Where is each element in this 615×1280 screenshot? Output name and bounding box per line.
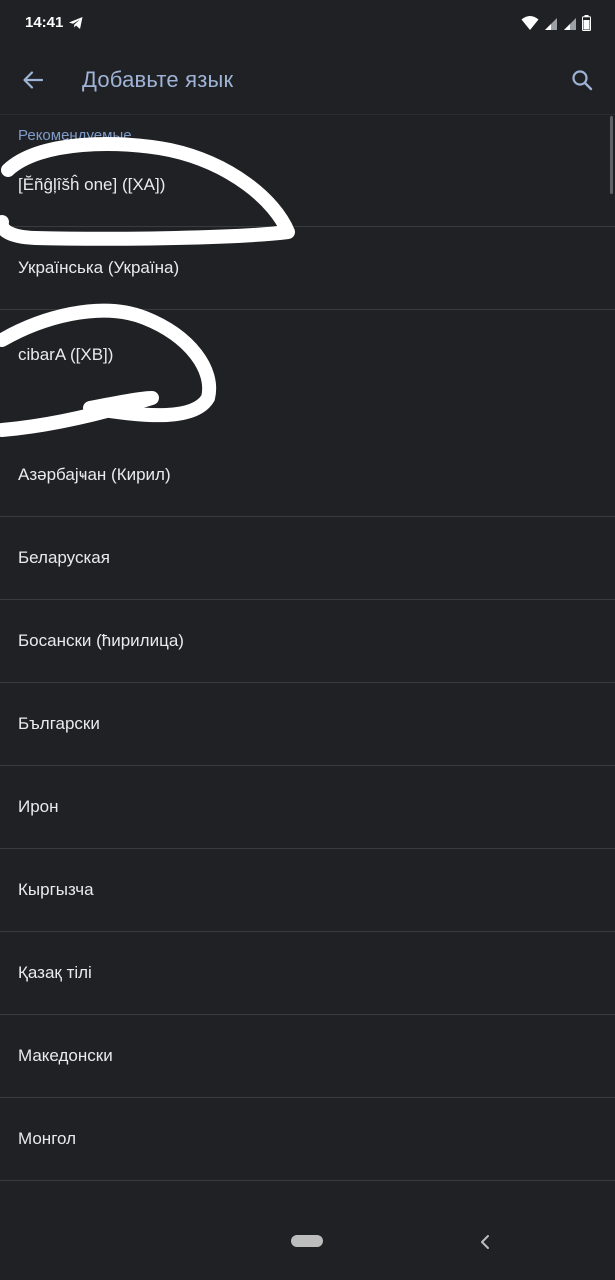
wifi-icon [521, 16, 539, 30]
status-bar: 14:41 [0, 0, 615, 48]
search-button[interactable] [561, 59, 603, 101]
language-item[interactable]: Кыргызча [0, 849, 615, 932]
telegram-icon [69, 17, 83, 29]
language-item[interactable]: Азәрбајҹан (Кирил) [0, 434, 615, 517]
language-item[interactable]: Монгол [0, 1098, 615, 1181]
scrollbar[interactable] [610, 116, 613, 194]
language-item[interactable]: Беларуская [0, 517, 615, 600]
language-item[interactable]: Українська (Україна) [0, 227, 615, 310]
nav-back-icon[interactable] [476, 1230, 496, 1254]
search-icon [572, 70, 593, 91]
app-bar: Добавьте язык [0, 48, 615, 115]
language-item[interactable]: Български [0, 683, 615, 766]
navigation-bar [0, 1220, 615, 1280]
language-list: Рекомендуемые [Ĕñĝļîšĥ one] ([XA]) Украї… [0, 114, 615, 1181]
section-header-all [0, 400, 615, 434]
language-item[interactable]: Босански (ћирилица) [0, 600, 615, 683]
language-item[interactable]: [Ĕñĝļîšĥ one] ([XA]) [0, 144, 615, 227]
signal-icon-2 [564, 17, 576, 30]
back-button[interactable] [12, 59, 54, 101]
arrow-back-icon [23, 71, 44, 89]
language-item[interactable]: Македонски [0, 1015, 615, 1098]
section-header-suggested: Рекомендуемые [18, 127, 132, 144]
page-title: Добавьте язык [82, 67, 234, 92]
language-item[interactable]: Ирон [0, 766, 615, 849]
language-item[interactable]: cibarA ([XB]) [0, 310, 615, 400]
screen: 14:41 Добавьте язык Рекомендуемые [Ĕñĝļî… [0, 0, 615, 1280]
battery-icon [582, 15, 591, 31]
status-time: 14:41 [25, 14, 64, 31]
signal-icon [545, 17, 557, 30]
home-pill-icon[interactable] [291, 1235, 323, 1247]
language-item[interactable]: Қазақ тілі [0, 932, 615, 1015]
status-icons [521, 15, 591, 31]
